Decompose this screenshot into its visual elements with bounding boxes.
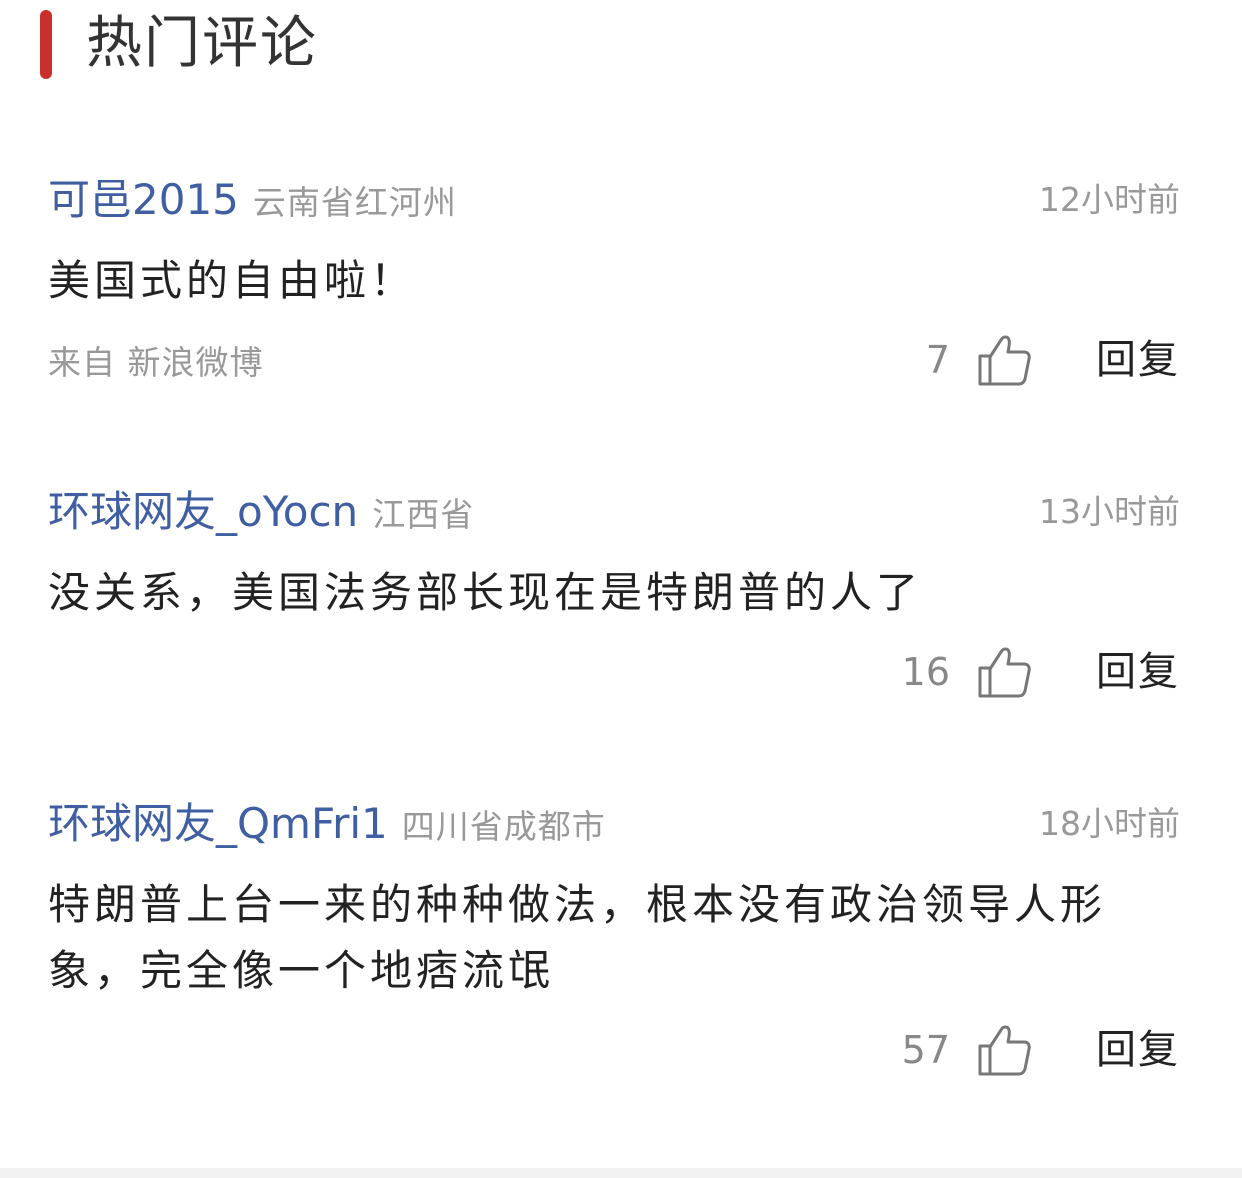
section-header: 热门评论 [0,0,1242,100]
comment-username[interactable]: 环球网友_oYocn [48,487,358,536]
comment-time: 18小时前 [1039,804,1180,843]
comment-item: 环球网友_oYocn 江西省 13小时前 没关系，美国法务部长现在是特朗普的人了 … [0,484,1242,714]
comment-source: 来自 新浪微博 [48,343,264,382]
comment-meta: 可邑2015 云南省红河州 [48,172,457,228]
thumbs-up-icon[interactable] [974,330,1034,390]
thumbs-up-icon[interactable] [974,1020,1034,1080]
comment-location: 云南省红河州 [252,183,457,222]
reply-button[interactable]: 回复 [1096,330,1180,390]
comment-actions: 7 回复 [926,330,1180,390]
comment-content: 没关系，美国法务部长现在是特朗普的人了 [48,568,923,617]
comment-meta: 环球网友_oYocn 江西省 [48,484,474,540]
section-title: 热门评论 [86,11,318,76]
comment-time: 13小时前 [1039,492,1180,531]
comment-content: 美国式的自由啦！ [48,256,417,305]
comment-location: 江西省 [372,495,475,534]
comment-location: 四川省成都市 [401,807,606,846]
like-count: 7 [925,338,950,382]
comment-actions: 16 回复 [902,642,1180,702]
comment-item: 可邑2015 云南省红河州 12小时前 美国式的自由啦！ 来自 新浪微博 7 回复 [0,172,1242,412]
like-count: 16 [901,650,950,694]
comment-item: 环球网友_QmFri1 四川省成都市 18小时前 特朗普上台一来的种种做法，根本没… [0,796,1242,1096]
reply-button[interactable]: 回复 [1096,642,1180,702]
comment-username[interactable]: 可邑2015 [48,175,239,224]
comment-actions: 57 回复 [902,1020,1180,1080]
comment-username[interactable]: 环球网友_QmFri1 [48,799,388,848]
thumbs-up-icon[interactable] [974,642,1034,702]
bottom-divider [0,1168,1242,1178]
comment-content: 特朗普上台一来的种种做法，根本没有政治领导人形象，完全像一个地痞流氓 [48,880,1107,995]
like-count: 57 [901,1028,950,1072]
comment-time: 12小时前 [1039,180,1180,219]
comment-meta: 环球网友_QmFri1 四川省成都市 [48,796,606,852]
section-accent-bar [40,10,52,79]
reply-button[interactable]: 回复 [1096,1020,1180,1080]
